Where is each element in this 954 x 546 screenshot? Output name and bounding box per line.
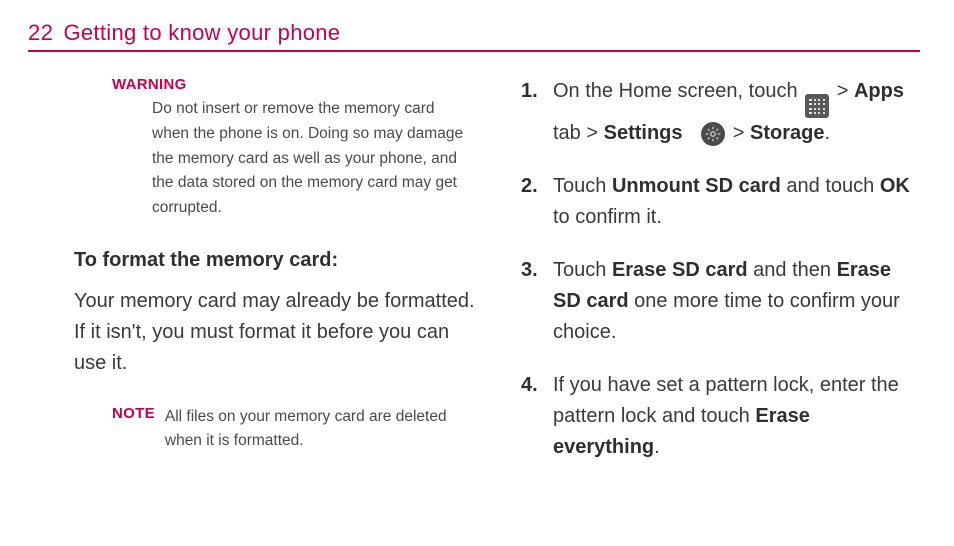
- warning-block: WARNING Do not insert or remove the memo…: [74, 76, 477, 221]
- step-text: Touch: [553, 259, 612, 281]
- step-text: >: [837, 80, 854, 102]
- step-text: .: [824, 122, 830, 144]
- step-text: and touch: [786, 175, 879, 197]
- step-text: >: [733, 122, 750, 144]
- step-text: Touch: [553, 175, 612, 197]
- page-number: 22: [28, 20, 53, 46]
- note-label: NOTE: [112, 405, 155, 422]
- step-4: If you have set a pattern lock, enter th…: [517, 370, 920, 463]
- settings-gear-icon: [701, 122, 725, 146]
- right-column: On the Home screen, touch > Apps tab > S…: [517, 76, 920, 485]
- emphasis-ok: OK: [880, 175, 910, 197]
- step-text: and then: [753, 259, 836, 281]
- emphasis-apps: Apps: [854, 80, 904, 102]
- step-2: Touch Unmount SD card and touch OK to co…: [517, 171, 920, 233]
- note-body: All files on your memory card are delete…: [165, 405, 475, 453]
- emphasis-unmount: Unmount SD card: [612, 175, 781, 197]
- left-column: WARNING Do not insert or remove the memo…: [74, 76, 477, 485]
- note-block: NOTE All files on your memory card are d…: [112, 405, 477, 453]
- apps-grid-icon: [805, 94, 829, 118]
- section-subheading: To format the memory card:: [74, 249, 477, 272]
- emphasis-settings: Settings: [604, 122, 683, 144]
- steps-list: On the Home screen, touch > Apps tab > S…: [517, 76, 920, 463]
- step-text: tab >: [553, 122, 604, 144]
- section-intro: Your memory card may already be formatte…: [74, 286, 477, 379]
- manual-page: 22 Getting to know your phone WARNING Do…: [0, 0, 954, 546]
- step-3: Touch Erase SD card and then Erase SD ca…: [517, 255, 920, 348]
- emphasis-erase-1: Erase SD card: [612, 259, 748, 281]
- step-text: .: [654, 436, 660, 458]
- emphasis-storage: Storage: [750, 122, 824, 144]
- content-columns: WARNING Do not insert or remove the memo…: [28, 76, 920, 485]
- chapter-title: Getting to know your phone: [63, 20, 340, 46]
- step-text: to confirm it.: [553, 206, 662, 228]
- page-header: 22 Getting to know your phone: [28, 20, 920, 52]
- warning-body: Do not insert or remove the memory card …: [152, 97, 472, 221]
- step-1: On the Home screen, touch > Apps tab > S…: [517, 76, 920, 149]
- warning-label: WARNING: [112, 76, 477, 93]
- step-text: If you have set a pattern lock, enter th…: [553, 374, 899, 427]
- step-text: On the Home screen, touch: [553, 80, 803, 102]
